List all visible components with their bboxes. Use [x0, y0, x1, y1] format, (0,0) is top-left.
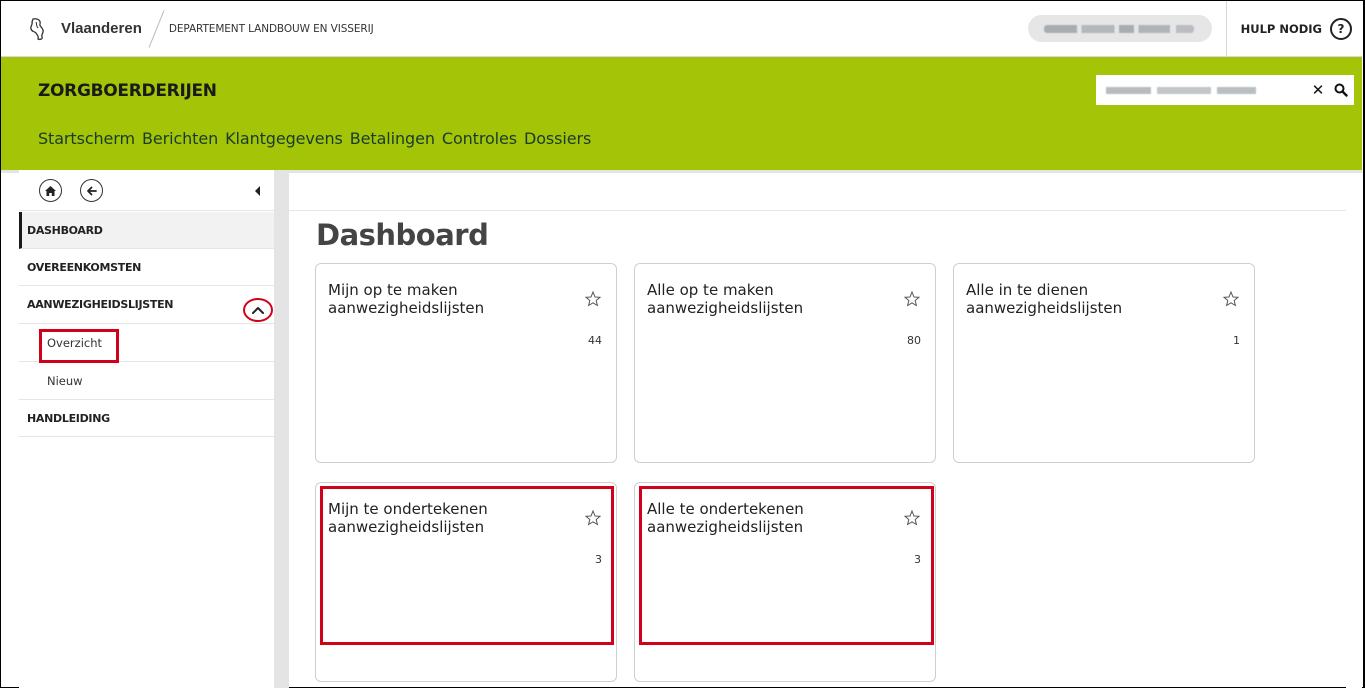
card-count: 1	[1233, 334, 1240, 347]
card-title[interactable]: Alle op te maken aanwezigheidslijsten	[647, 281, 877, 317]
dashboard-card[interactable]: Mijn op te maken aanwezigheidslijsten 44	[315, 263, 617, 463]
home-icon	[45, 185, 56, 196]
redacted-search-value	[1106, 86, 1256, 94]
help-button[interactable]: HULP NODIG ?	[1240, 17, 1352, 40]
star-icon[interactable]	[584, 290, 602, 308]
help-icon: ?	[1330, 17, 1352, 40]
sidebar-item-aanwezigheidslijsten[interactable]: AANWEZIGHEIDSLIJSTEN	[19, 286, 274, 324]
sidebar-item-overeenkomsten[interactable]: OVEREENKOMSTEN	[19, 249, 274, 286]
card-title[interactable]: Mijn op te maken aanwezigheidslijsten	[328, 281, 558, 317]
nav-startscherm[interactable]: Startscherm	[38, 129, 135, 148]
sidebar-toolbar	[19, 173, 274, 211]
help-label: HULP NODIG	[1240, 21, 1322, 36]
search-icon[interactable]	[1328, 83, 1354, 97]
content-right-edge	[1346, 173, 1362, 688]
app-header: ZORGBOERDERIJEN ✕ Startscherm Berichten …	[1, 57, 1362, 170]
highlight-overzicht	[39, 329, 119, 363]
content-gutter	[274, 173, 289, 688]
highlight-mijn-te-ondertekenen	[320, 486, 614, 645]
sidebar-item-handleiding[interactable]: HANDLEIDING	[19, 400, 274, 437]
card-title[interactable]: Alle in te dienen aanwezigheidslijsten	[966, 281, 1196, 317]
user-profile-button[interactable]	[1027, 15, 1212, 42]
dashboard-card[interactable]: Alle op te maken aanwezigheidslijsten 80	[634, 263, 936, 463]
nav-berichten[interactable]: Berichten	[142, 129, 218, 148]
main-nav: Startscherm Berichten Klantgegevens Beta…	[38, 129, 591, 148]
back-button[interactable]	[80, 179, 103, 202]
highlight-alle-te-ondertekenen	[639, 486, 934, 645]
department-name[interactable]: DEPARTEMENT LANDBOUW EN VISSERIJ	[169, 23, 374, 35]
nav-dossiers[interactable]: Dossiers	[524, 129, 591, 148]
nav-controles[interactable]: Controles	[442, 129, 517, 148]
clear-search-icon[interactable]: ✕	[1308, 81, 1328, 99]
page-title: Dashboard	[316, 218, 489, 252]
card-count: 80	[907, 334, 921, 347]
collapse-sidebar-icon[interactable]	[255, 186, 260, 196]
sidebar-item-label: AANWEZIGHEIDSLIJSTEN	[27, 298, 174, 311]
brand-divider	[148, 9, 165, 48]
card-count: 44	[588, 334, 602, 347]
content-toolbar	[289, 173, 1346, 211]
sidebar-item-dashboard[interactable]: DASHBOARD	[19, 212, 274, 249]
star-icon[interactable]	[903, 290, 921, 308]
search-input[interactable]	[1096, 86, 1308, 94]
nav-betalingen[interactable]: Betalingen	[350, 129, 435, 148]
nav-klantgegevens[interactable]: Klantgegevens	[225, 129, 343, 148]
chevron-up-icon[interactable]	[243, 298, 273, 322]
brand-name[interactable]: Vlaanderen	[61, 20, 142, 37]
star-icon[interactable]	[1222, 290, 1240, 308]
home-button[interactable]	[39, 179, 62, 202]
dashboard-card[interactable]: Alle in te dienen aanwezigheidslijsten 1	[953, 263, 1255, 463]
flemish-lion-logo-icon[interactable]	[23, 14, 53, 44]
arrow-left-icon	[86, 186, 97, 195]
top-bar: Vlaanderen DEPARTEMENT LANDBOUW EN VISSE…	[1, 0, 1362, 57]
sidebar-subitem-nieuw[interactable]: Nieuw	[19, 362, 274, 400]
redacted-username	[1043, 24, 1194, 33]
topbar-divider	[1225, 0, 1227, 57]
app-title[interactable]: ZORGBOERDERIJEN	[38, 81, 217, 101]
client-search[interactable]: ✕	[1096, 75, 1354, 105]
